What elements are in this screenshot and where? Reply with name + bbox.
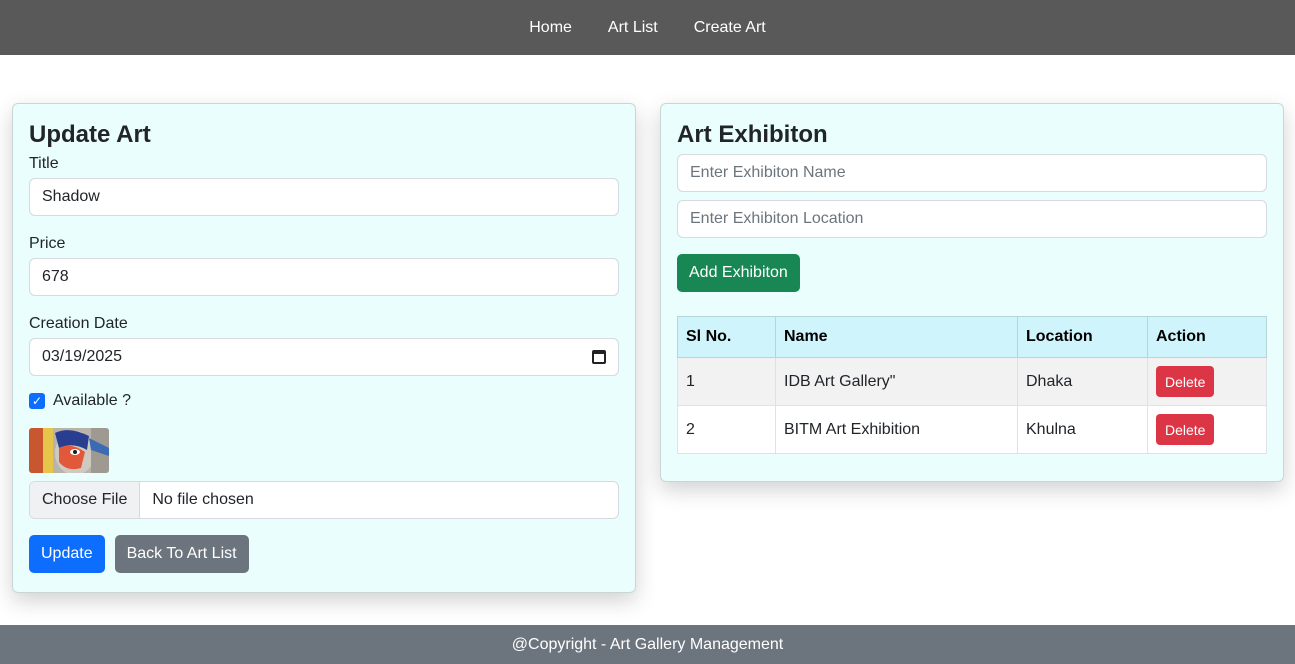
exhibition-name-placeholder: Enter Exhibiton Name	[690, 164, 846, 181]
row-sl-cell: 1	[677, 357, 776, 406]
creation-date-field-group: Creation Date 03/19/2025	[29, 314, 619, 376]
available-checkbox[interactable]: ✓	[29, 393, 45, 409]
table-row: 2 BITM Art Exhibition Khulna Delete	[677, 405, 1267, 454]
exhibition-name-field: Enter Exhibiton Name	[677, 154, 1267, 192]
art-exhibition-heading: Art Exhibiton	[677, 121, 828, 148]
title-input-value: Shadow	[42, 188, 100, 205]
title-label: Title	[29, 155, 59, 172]
page-footer: @Copyright - Art Gallery Management	[0, 625, 1295, 664]
form-actions: Update Back To Art List	[29, 535, 619, 573]
back-to-art-list-button[interactable]: Back To Art List	[114, 535, 249, 573]
art-thumbnail-image	[29, 428, 109, 473]
row-action-cell: Delete	[1147, 357, 1267, 406]
file-upload-input[interactable]: Choose File No file chosen	[29, 481, 619, 519]
update-button[interactable]: Update	[29, 535, 105, 573]
available-label: Available ?	[53, 392, 131, 409]
location-header: Location	[1017, 316, 1148, 358]
row-name-cell: BITM Art Exhibition	[775, 405, 1018, 454]
row-name-cell: IDB Art Gallery"	[775, 357, 1018, 406]
exhibition-table: Sl No. Name Location Action 1 IDB Art Ga…	[677, 316, 1267, 454]
creation-date-value: 03/19/2025	[42, 348, 123, 365]
nav-create-art-link[interactable]: Create Art	[676, 19, 784, 37]
art-exhibition-card: Art Exhibiton Enter Exhibiton Name Enter…	[660, 103, 1284, 482]
table-row: 1 IDB Art Gallery" Dhaka Delete	[677, 357, 1267, 406]
choose-file-button[interactable]: Choose File	[30, 482, 141, 518]
available-checkbox-row: ✓ Available ?	[29, 392, 619, 410]
nav-art-list-link[interactable]: Art List	[590, 19, 676, 37]
table-header-row: Sl No. Name Location Action	[677, 316, 1267, 358]
calendar-icon[interactable]	[592, 350, 606, 364]
price-field-group: Price 678	[29, 234, 619, 296]
name-header: Name	[775, 316, 1018, 358]
row-sl-cell: 2	[677, 405, 776, 454]
exhibition-name-input[interactable]: Enter Exhibiton Name	[677, 154, 1267, 192]
update-art-heading: Update Art	[29, 121, 151, 148]
price-input[interactable]: 678	[29, 258, 619, 296]
delete-button[interactable]: Delete	[1156, 366, 1215, 397]
price-input-value: 678	[42, 268, 69, 285]
update-art-card: Update Art Title Shadow Price 678 Creati…	[12, 103, 636, 593]
file-status-text: No file chosen	[152, 491, 254, 508]
creation-date-label: Creation Date	[29, 315, 128, 332]
title-input[interactable]: Shadow	[29, 178, 619, 216]
action-header: Action	[1147, 316, 1267, 358]
nav-home-link[interactable]: Home	[511, 19, 590, 37]
price-label: Price	[29, 235, 66, 252]
title-field-group: Title Shadow	[29, 154, 619, 216]
row-location-cell: Dhaka	[1017, 357, 1148, 406]
exhibition-location-placeholder: Enter Exhibiton Location	[690, 210, 864, 227]
exhibition-location-input[interactable]: Enter Exhibiton Location	[677, 200, 1267, 238]
top-navbar: Home Art List Create Art	[0, 0, 1295, 55]
row-action-cell: Delete	[1147, 405, 1267, 454]
delete-button[interactable]: Delete	[1156, 414, 1215, 445]
creation-date-input[interactable]: 03/19/2025	[29, 338, 619, 376]
add-exhibition-button[interactable]: Add Exhibiton	[677, 254, 800, 292]
exhibition-location-field: Enter Exhibiton Location	[677, 200, 1267, 238]
sl-no-header: Sl No.	[677, 316, 776, 358]
row-location-cell: Khulna	[1017, 405, 1148, 454]
copyright-text: @Copyright - Art Gallery Management	[511, 635, 784, 653]
